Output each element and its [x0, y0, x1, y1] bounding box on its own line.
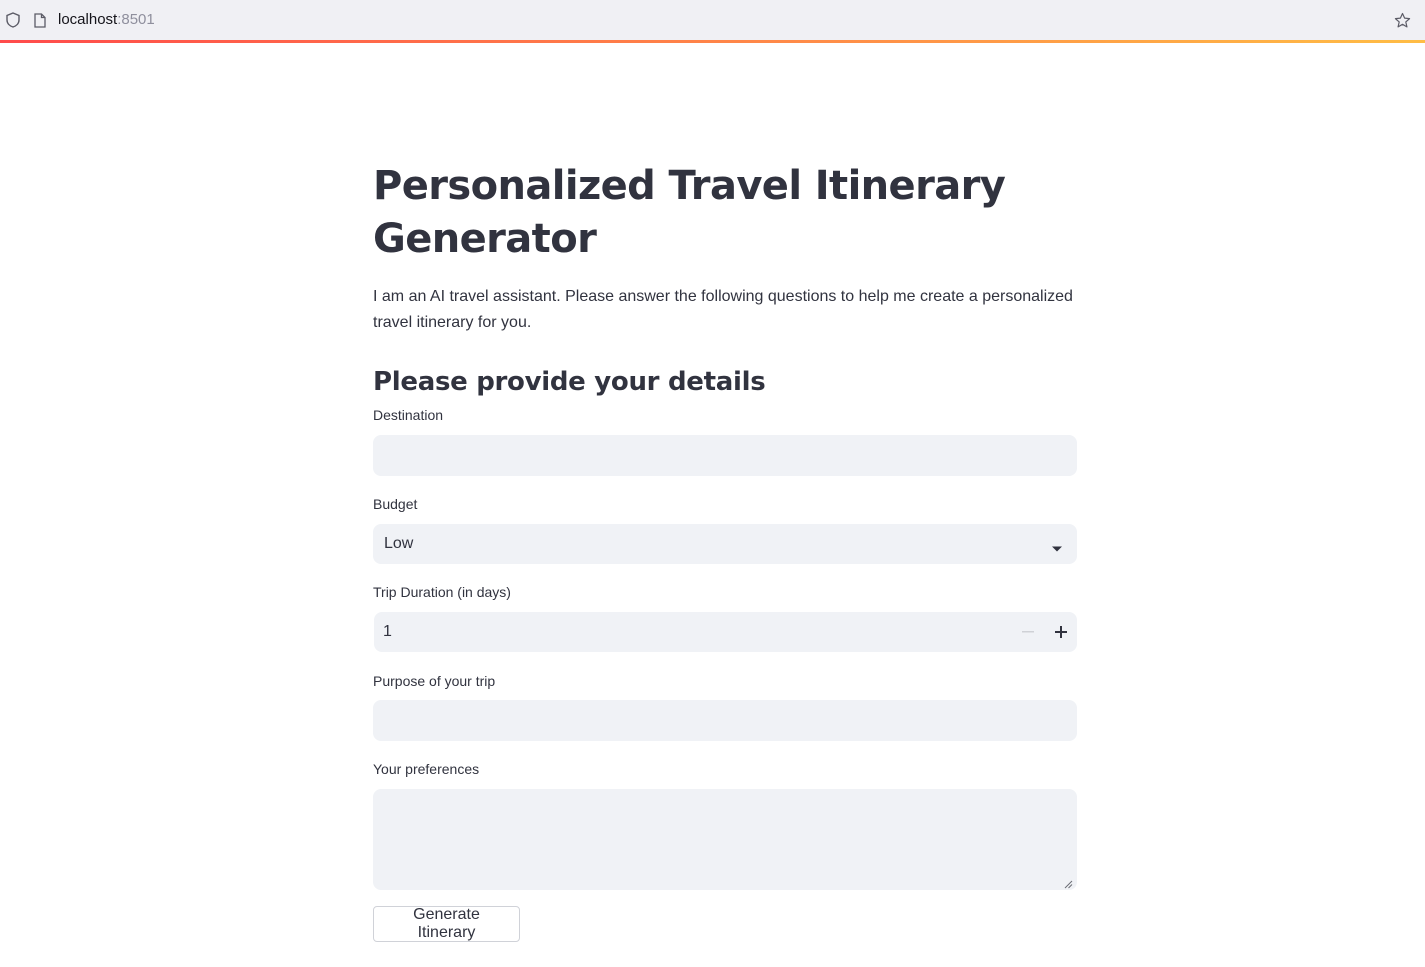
page-title: Personalized Travel Itinerary Generator	[373, 163, 1006, 262]
preferences-label: Your preferences	[373, 761, 480, 777]
browser-url-bar: localhost:8501	[0, 0, 1425, 40]
destination-input[interactable]	[373, 435, 1077, 476]
star-icon[interactable]	[1393, 11, 1411, 29]
shield-icon[interactable]	[5, 12, 21, 28]
purpose-label: Purpose of your trip	[373, 673, 496, 689]
minus-icon[interactable]	[1012, 612, 1044, 652]
budget-label: Budget	[373, 496, 418, 512]
resize-grip-icon[interactable]	[1063, 876, 1073, 889]
purpose-input[interactable]	[373, 700, 1077, 741]
budget-selected-value: Low	[384, 535, 414, 552]
duration-value[interactable]: 1	[374, 623, 1077, 641]
main-container: Personalized Travel Itinerary Generator …	[373, 160, 1077, 400]
url-port: :8501	[117, 11, 155, 28]
intro-text: I am an AI travel assistant. Please answ…	[373, 288, 1073, 331]
header-decoration-bar	[0, 40, 1425, 43]
duration-number-input[interactable]: 1	[374, 612, 1077, 652]
chevron-down-icon	[1051, 540, 1063, 552]
duration-label: Trip Duration (in days)	[373, 584, 511, 600]
url-text[interactable]: localhost:8501	[58, 11, 155, 28]
url-host: localhost	[58, 11, 118, 28]
page-icon	[32, 12, 48, 28]
destination-label: Destination	[373, 407, 444, 423]
plus-icon[interactable]	[1045, 612, 1077, 652]
preferences-textarea[interactable]	[373, 789, 1077, 890]
budget-select[interactable]: Low	[373, 524, 1077, 564]
details-subheader: Please provide your details	[373, 367, 766, 397]
generate-itinerary-button[interactable]: Generate Itinerary	[373, 906, 520, 942]
